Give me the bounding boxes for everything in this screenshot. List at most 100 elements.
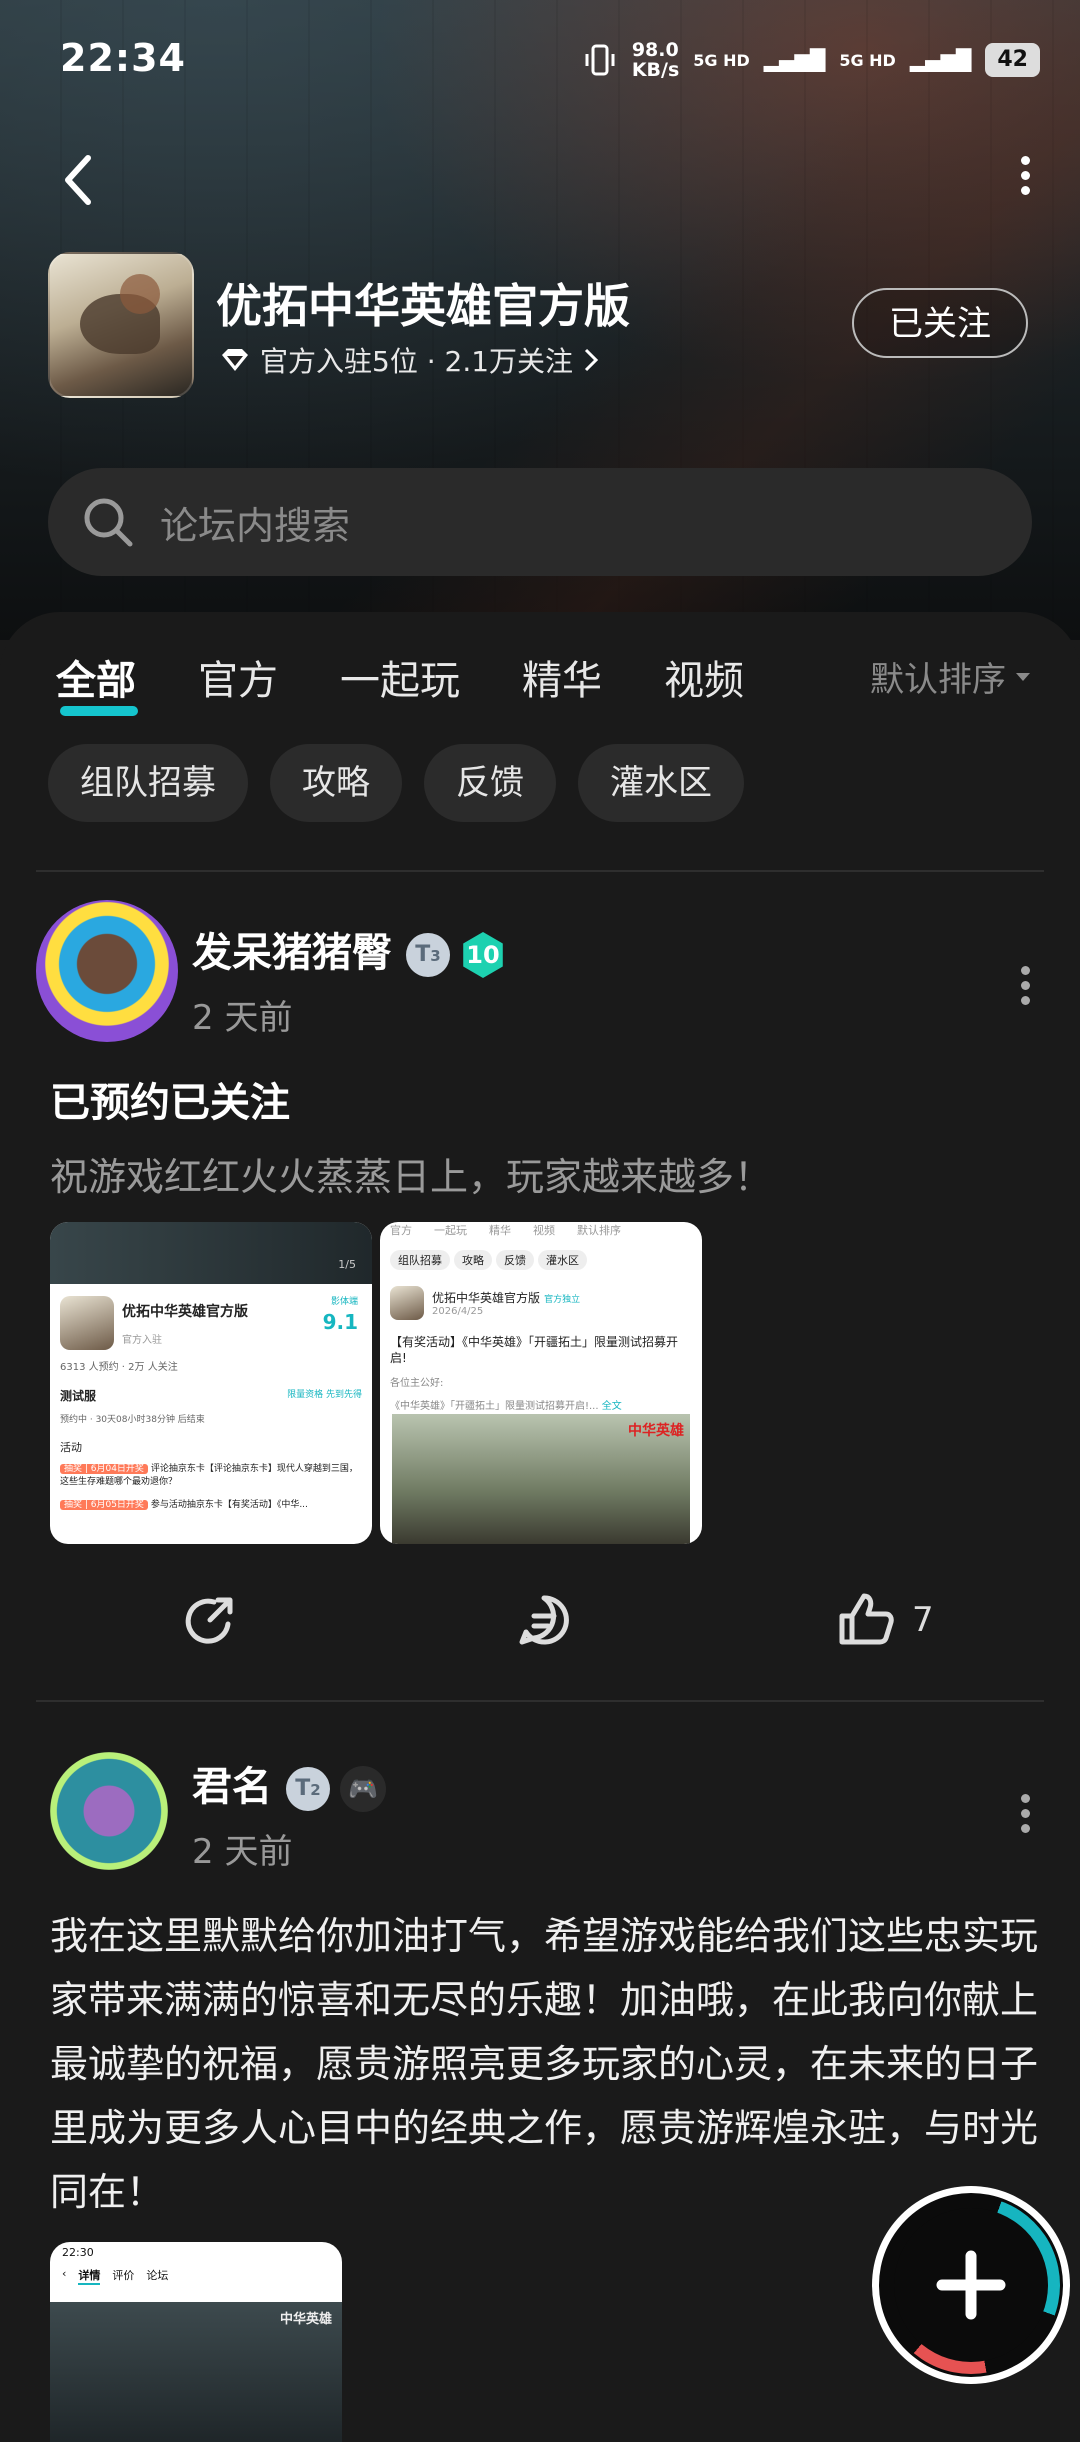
thumb2-logo: 中华英雄 bbox=[628, 1423, 684, 1439]
thumb2-tab: 精华 bbox=[489, 1224, 511, 1237]
post-more-button[interactable] bbox=[1010, 960, 1040, 1011]
thumb-test-name: 测试服 bbox=[60, 1389, 97, 1403]
thumb2-official: 官方独立 bbox=[544, 1295, 581, 1305]
sort-caret-icon bbox=[1016, 672, 1030, 681]
app-icon[interactable] bbox=[48, 252, 194, 398]
chip-guide[interactable]: 攻略 bbox=[270, 744, 402, 822]
post-images: 1/5 优拓中华英雄官方版 官方入驻 影体端 9.1 6313 人预约 · 2万 … bbox=[50, 1222, 702, 1544]
thumb-logo: 中华英雄 bbox=[279, 2312, 332, 2327]
signal-icon-2: ▂▄▆█ bbox=[909, 48, 972, 72]
network-5g-2: 5G HD bbox=[839, 50, 896, 70]
chevron-right-icon bbox=[584, 348, 599, 372]
vibrate-icon bbox=[585, 44, 615, 76]
thumb2-tabs: 官方 一起玩 精华 视频 默认排序 bbox=[380, 1222, 702, 1238]
follow-button[interactable]: 已关注 bbox=[852, 288, 1028, 358]
tab-all[interactable]: 全部 bbox=[56, 648, 138, 716]
thumb-score-label: 影体端 bbox=[330, 1297, 358, 1307]
thumb2-tab: 官方 bbox=[390, 1224, 412, 1237]
share-button[interactable] bbox=[180, 1580, 256, 1660]
diamond-icon bbox=[222, 349, 248, 371]
thumb2-tag: 攻略 bbox=[454, 1250, 492, 1270]
thumb-cover-image: 中华英雄 bbox=[50, 2302, 342, 2442]
tab-play-together[interactable]: 一起玩 bbox=[340, 648, 460, 706]
thumb-tab-forum: 论坛 bbox=[146, 2269, 169, 2282]
thumb2-tab: 视频 bbox=[533, 1224, 555, 1237]
status-time: 22:34 bbox=[60, 36, 186, 80]
thumb-activity: 活动 bbox=[60, 1441, 82, 1454]
thumb-item1-tag: 抽奖 | 6月04日开奖 bbox=[60, 1464, 148, 1474]
thumb-tab-review: 评价 bbox=[112, 2269, 135, 2282]
chip-chat[interactable]: 灌水区 bbox=[578, 744, 744, 822]
category-chips: 组队招募 攻略 反馈 灌水区 bbox=[48, 744, 744, 822]
thumb2-headline: 【有奖活动】《中华英雄》「开疆拓土」限量测试招募开启! bbox=[390, 1335, 679, 1365]
thumb2-tag: 反馈 bbox=[496, 1250, 534, 1270]
post-body: 我在这里默默给你加油打气，希望游戏能给我们这些忠实玩家带来满满的惊喜和无尽的乐趣… bbox=[50, 1914, 1039, 2214]
search-bar[interactable]: 论坛内搜索 bbox=[48, 468, 1032, 576]
thumb-activity-item-1: 抽奖 | 6月04日开奖 评论抽京东卡【评论抽京东卡】现代人穿越到三国，这些生存… bbox=[50, 1459, 372, 1493]
tab-official[interactable]: 官方 bbox=[198, 648, 278, 706]
chip-feedback[interactable]: 反馈 bbox=[424, 744, 556, 822]
thumb2-cover-image: 中华英雄 bbox=[392, 1414, 690, 1544]
post-more-button[interactable] bbox=[1010, 1788, 1040, 1839]
thumb2-app-name: 优拓中华英雄官方版 bbox=[432, 1291, 541, 1305]
sort-dropdown[interactable]: 默认排序 bbox=[870, 652, 1032, 701]
thumb-activity-item-2: 抽奖 | 6月05日开奖 参与活动抽京东卡【有奖活动】《中华... bbox=[50, 1493, 372, 1514]
tap-level-value: 3 bbox=[430, 947, 441, 965]
thumb-test-status: 预约中 · 30天08小时38分钟 后结束 bbox=[60, 1415, 205, 1425]
tab-bar: 全部 官方 一起玩 精华 视频 bbox=[56, 648, 806, 716]
thumb2-teaser: 《中华英雄》「开疆拓土」限量测试招募开启!... bbox=[390, 1401, 599, 1412]
thumb2-tag: 组队招募 bbox=[390, 1250, 450, 1270]
search-icon bbox=[84, 498, 133, 547]
status-icons: 98.0 KB/s 5G HD ▂▄▆█ 5G HD ▂▄▆█ 42 bbox=[582, 40, 1040, 80]
post-image-2[interactable]: 官方 一起玩 精华 视频 默认排序 组队招募 攻略 反馈 灌水区 优拓中华英雄官方版 官方独立… bbox=[380, 1222, 702, 1544]
comment-button[interactable] bbox=[514, 1580, 590, 1660]
thumb-score: 9.1 bbox=[322, 1310, 358, 1334]
more-icon bbox=[1010, 156, 1040, 195]
app-subtitle[interactable]: 官方入驻5位 · 2.1万关注 bbox=[220, 340, 599, 380]
thumb2-tags: 组队招募 攻略 反馈 灌水区 bbox=[380, 1238, 702, 1282]
network-speed: 98.0 KB/s bbox=[631, 39, 680, 81]
back-icon bbox=[65, 155, 91, 205]
thumb2-app-icon bbox=[390, 1286, 424, 1320]
thumb-test-link: 限量资格 先到先得 bbox=[287, 1390, 362, 1400]
tab-video[interactable]: 视频 bbox=[664, 648, 744, 706]
post-image-1[interactable]: 22:30 ‹ 详情 评价 论坛 中华英雄 bbox=[50, 2242, 342, 2442]
tab-featured[interactable]: 精华 bbox=[522, 648, 602, 706]
thumb2-tab: 默认排序 bbox=[577, 1224, 621, 1237]
thumb-stats: 6313 人预约 · 2万 人关注 bbox=[60, 1362, 178, 1373]
tap-level-badge: T3 bbox=[406, 933, 450, 977]
thumb-banner: 1/5 bbox=[50, 1222, 372, 1284]
post-author[interactable]: 君名 T2 🎮 bbox=[192, 1754, 386, 1812]
thumb-tab-detail: 详情 bbox=[78, 2267, 101, 2285]
thumb-item2-text: 参与活动抽京东卡【有奖活动】《中华... bbox=[150, 1500, 308, 1510]
battery-indicator: 42 bbox=[985, 43, 1040, 77]
thumb2-teaser-row: 《中华英雄》「开疆拓土」限量测试招募开启!... 全文 bbox=[380, 1393, 702, 1416]
thumb2-author-row: 优拓中华英雄官方版 官方独立 2026/4/25 bbox=[380, 1282, 702, 1324]
more-icon bbox=[1010, 966, 1040, 1005]
create-post-button[interactable] bbox=[872, 2186, 1070, 2384]
post-author-name: 发呆猪猪臀 bbox=[192, 930, 392, 976]
like-count: 7 bbox=[912, 1600, 934, 1640]
search-placeholder: 论坛内搜索 bbox=[160, 503, 351, 548]
thumb-tabs: ‹ 详情 评价 论坛 bbox=[50, 2263, 342, 2289]
thumb-back-icon: ‹ bbox=[62, 2267, 67, 2280]
avatar[interactable] bbox=[36, 900, 178, 1042]
thumb2-tab: 一起玩 bbox=[434, 1224, 467, 1237]
back-button[interactable] bbox=[56, 150, 100, 210]
more-options-button[interactable] bbox=[1010, 150, 1040, 210]
avatar[interactable] bbox=[50, 1752, 168, 1870]
status-bar: 22:34 98.0 KB/s 5G HD ▂▄▆█ 5G HD ▂▄▆█ 42 bbox=[0, 0, 1080, 120]
like-button[interactable]: 7 bbox=[836, 1580, 934, 1660]
app-title: 优拓中华英雄官方版 bbox=[216, 279, 630, 333]
post-image-1[interactable]: 1/5 优拓中华英雄官方版 官方入驻 影体端 9.1 6313 人预约 · 2万 … bbox=[50, 1222, 372, 1544]
app-subtitle-text: 官方入驻5位 · 2.1万关注 bbox=[260, 345, 574, 378]
thumb-test-row: 测试服 限量资格 先到先得 bbox=[50, 1383, 372, 1408]
thumb2-more: 全文 bbox=[601, 1401, 622, 1412]
post-author[interactable]: 发呆猪猪臀 T3 10 bbox=[192, 920, 506, 978]
chip-team-recruit[interactable]: 组队招募 bbox=[48, 744, 248, 822]
signal-icon: ▂▄▆█ bbox=[763, 48, 826, 72]
post-title: 已预约已关注 bbox=[50, 1080, 290, 1126]
more-icon bbox=[1010, 1794, 1040, 1833]
thumb-time: 22:30 bbox=[62, 2246, 94, 2259]
thumb2-tag: 灌水区 bbox=[538, 1250, 587, 1270]
